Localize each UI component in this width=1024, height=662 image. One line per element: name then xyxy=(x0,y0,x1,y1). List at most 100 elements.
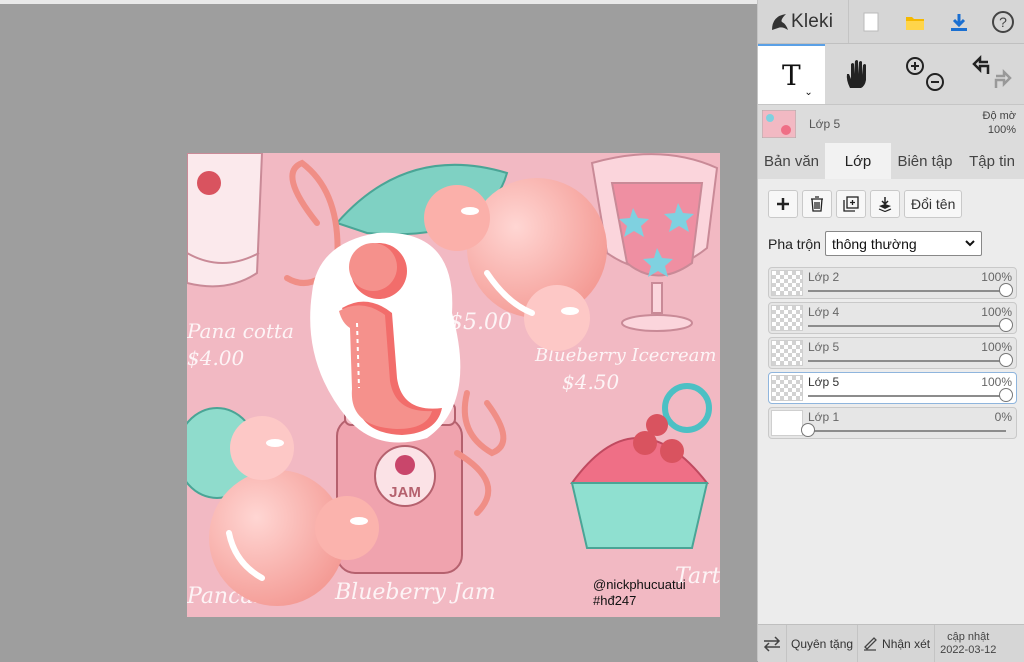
layer-opacity-slider[interactable] xyxy=(808,360,1006,362)
open-image-button[interactable] xyxy=(893,0,937,43)
layer-thumbnail xyxy=(771,270,803,296)
tab-ban-van[interactable]: Bản văn xyxy=(758,143,825,179)
layer-opacity-slider[interactable] xyxy=(808,430,1006,432)
delete-layer-button[interactable] xyxy=(802,190,832,218)
layer-opacity[interactable]: Độ mờ 100% xyxy=(983,109,1017,137)
question-icon: ? xyxy=(992,10,1014,33)
download-icon xyxy=(951,13,967,31)
merge-down-button[interactable] xyxy=(870,190,900,218)
layer-opacity-value: 0% xyxy=(994,410,1012,424)
layer-opacity-knob[interactable] xyxy=(999,283,1013,297)
folder-icon xyxy=(906,16,924,30)
layer-opacity-slider[interactable] xyxy=(808,290,1006,292)
layer-actions: Đổi tên xyxy=(768,190,963,218)
tool-row: T ⌄ xyxy=(758,44,1024,105)
workspace-top-edge xyxy=(0,0,757,4)
duplicate-icon xyxy=(843,196,859,212)
layer-opacity-knob[interactable] xyxy=(999,388,1013,402)
undo-icon[interactable] xyxy=(970,54,1014,94)
tab-bien-tap[interactable]: Biên tập xyxy=(891,143,959,179)
chevron-down-icon[interactable]: ⌄ xyxy=(804,87,812,98)
blend-mode-select[interactable]: thông thường xyxy=(824,231,982,256)
blend-mode-row: Pha trộn thông thường xyxy=(768,231,982,256)
layers-panel: Đổi tên Pha trộn thông thường Lớp 2 100% L… xyxy=(758,179,1024,624)
plus-icon xyxy=(777,198,789,210)
layer-opacity-knob[interactable] xyxy=(999,318,1013,332)
new-image-button[interactable] xyxy=(849,0,893,43)
chevron-down-icon xyxy=(965,240,975,247)
feedback-button[interactable]: Nhận xét xyxy=(858,625,936,662)
save-image-button[interactable] xyxy=(937,0,981,43)
opacity-value: 100% xyxy=(987,124,1016,136)
app-name: Kleki xyxy=(791,10,834,32)
blueberry-jam-label: Blueberry Jam xyxy=(334,580,496,605)
footer-bar: Quyên tặng Nhận xét cập nhật 2022-03-12 xyxy=(758,624,1024,662)
layer-name: Lớp 1 xyxy=(808,410,840,424)
trash-icon xyxy=(811,196,823,212)
layer-thumbnail xyxy=(771,305,803,331)
layer-list: Lớp 2 100% Lớp 4 100% Lớp 5 100% Lớp 5 100% Lớp … xyxy=(768,267,1017,442)
drawing-canvas[interactable]: JAM Pana cotta $4.00 $5.00 Blueberry Ice… xyxy=(187,153,720,617)
tab-tap-tin[interactable]: Tập tin xyxy=(959,143,1024,179)
opacity-label: Độ mờ xyxy=(982,110,1017,122)
version-info[interactable]: cập nhật 2022-03-12 xyxy=(935,631,996,657)
layer-opacity-value: 100% xyxy=(981,375,1012,389)
layer-item[interactable]: Lớp 1 0% xyxy=(768,407,1017,439)
tab-lop[interactable]: Lớp xyxy=(825,143,891,179)
layer-item[interactable]: Lớp 5 100% xyxy=(768,372,1017,404)
layer-name: Lớp 2 xyxy=(808,270,840,284)
panna-cotta-price: $4.00 xyxy=(187,346,245,370)
current-layer-info: Lớp 5 Độ mờ 100% xyxy=(758,105,1024,143)
pencil-icon xyxy=(864,636,877,651)
duplicate-layer-button[interactable] xyxy=(836,190,866,218)
kleki-logo[interactable]: Kleki xyxy=(758,0,849,43)
layer-opacity-value: 100% xyxy=(981,305,1012,319)
update-date: 2022-03-12 xyxy=(940,643,997,656)
merge-down-icon xyxy=(878,197,892,212)
side-panel: Kleki ? T ⌄ Lớp 5 Độ mờ 100% Bản văn Lớp… xyxy=(757,0,1024,662)
feedback-label: Nhận xét xyxy=(882,636,931,651)
panel-tabs: Bản văn Lớp Biên tập Tập tin xyxy=(758,143,1024,179)
layer-opacity-slider[interactable] xyxy=(808,395,1006,397)
credit-handle: @nickphucuatui xyxy=(593,577,686,592)
layer-opacity-value: 100% xyxy=(981,340,1012,354)
layer-thumbnail xyxy=(771,375,803,401)
zoom-in-icon[interactable] xyxy=(903,54,947,94)
layer-name: Lớp 4 xyxy=(808,305,840,319)
layer-opacity-slider[interactable] xyxy=(808,325,1006,327)
jam-jar-label: JAM xyxy=(389,484,421,501)
swap-side-button[interactable] xyxy=(758,625,787,662)
icecream-price-label: $4.50 xyxy=(562,370,620,394)
text-tool-glyph: T xyxy=(782,58,801,92)
zoom-buttons xyxy=(892,44,959,104)
help-button[interactable]: ? xyxy=(981,0,1024,43)
add-layer-button[interactable] xyxy=(768,190,798,218)
rename-layer-button[interactable]: Đổi tên xyxy=(904,190,963,218)
blank-page-icon xyxy=(863,12,879,31)
current-layer-name: Lớp 5 xyxy=(809,117,841,131)
layer-item[interactable]: Lớp 2 100% xyxy=(768,267,1017,299)
update-label: cập nhật xyxy=(947,630,990,643)
canvas-workspace[interactable]: JAM Pana cotta $4.00 $5.00 Blueberry Ice… xyxy=(0,0,757,661)
layer-opacity-value: 100% xyxy=(981,270,1012,284)
layer-opacity-knob[interactable] xyxy=(999,353,1013,367)
swap-arrows-icon xyxy=(763,635,781,652)
blend-mode-value: thông thường xyxy=(831,235,917,252)
layer-name: Lớp 5 xyxy=(808,375,840,389)
header-bar: Kleki ? xyxy=(758,0,1024,44)
layer-item[interactable]: Lớp 4 100% xyxy=(768,302,1017,334)
layer-name: Lớp 5 xyxy=(808,340,840,354)
layer-item[interactable]: Lớp 5 100% xyxy=(768,337,1017,369)
panna-cotta-label: Pana cotta xyxy=(187,319,294,343)
hand-tool-button[interactable] xyxy=(825,44,892,104)
blend-mode-label: Pha trộn xyxy=(768,235,821,252)
donate-button[interactable]: Quyên tặng xyxy=(787,625,859,662)
text-tool-button[interactable]: T ⌄ xyxy=(758,44,825,104)
layer-opacity-knob[interactable] xyxy=(801,423,815,437)
credit-tag: #hđ247 xyxy=(593,593,636,608)
hand-icon xyxy=(846,60,867,88)
top-price-label: $5.00 xyxy=(449,310,512,335)
history-buttons xyxy=(958,44,1024,104)
layer-thumbnail xyxy=(771,410,803,436)
panna-cotta-illustration xyxy=(187,153,264,288)
